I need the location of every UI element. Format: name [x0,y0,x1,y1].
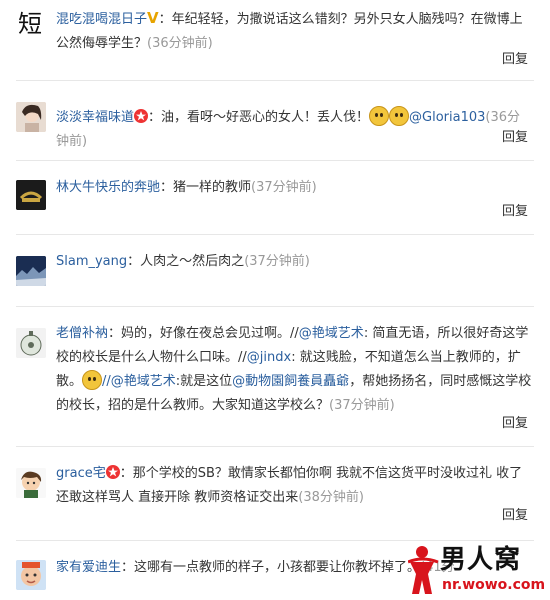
comment-body: 老僧补衲：妈的，好像在夜总会见过啊。//@艳域艺术: 简直无语，所以很好奇这学校… [56,322,532,418]
divider [16,234,534,235]
comment-author[interactable]: 家有爱迪生 [56,560,121,575]
avatar[interactable] [16,102,46,132]
watermark-title: 男人窝 [440,545,522,575]
comment-body: grace宅 ：那个学校的SB？敢情家长都怕你啊 我就不信这货平时没收过礼 收了还… [56,462,532,510]
comment-mention[interactable]: @動物園飼養員矗爺 [232,374,349,389]
comment-author[interactable]: 林大牛快乐的奔驰 [56,180,160,195]
comment-author[interactable]: 老僧补衲 [56,326,108,341]
comment-mention[interactable]: //@艳域艺术 [102,374,176,389]
portrait-avatar-icon [16,102,46,132]
comment-separator: ： [108,326,122,341]
comment-mention[interactable]: @艳域艺术 [299,326,364,341]
divider [16,306,534,307]
comment-separator: ： [158,12,172,27]
comment-body: 混吃混喝混日子V：年纪轻轻，为撒说话这么错刻？另外只女人脑残吗？在微博上公然侮辱… [56,6,532,56]
comment-separator: ： [121,560,135,575]
comment-text: 人肉之～然后肉之 [140,254,245,269]
comment-mention[interactable]: @Gloria103 [409,110,485,125]
baby-avatar-icon [16,560,46,590]
reply-link[interactable]: 回复 [502,200,528,219]
comment-author[interactable]: Slam_yang [56,254,127,269]
comment-time: (36分钟前) [147,36,213,51]
comment-mention[interactable]: @jindx [247,350,291,365]
comment-text: 油，看呀～好恶心的女人！丢人伐！ [161,110,370,125]
divider [16,446,534,447]
team-logo-avatar-icon [16,180,46,210]
comment-separator: ： [148,110,162,125]
comment-text: 猪一样的教师 [173,180,252,195]
divider [16,540,534,541]
bell-avatar-icon [16,328,46,358]
reply-link[interactable]: 回复 [502,126,528,145]
comment-separator: ： [127,254,141,269]
calligraphy-avatar-icon: 短 [18,10,42,38]
comment-time: (37分钟前) [244,254,310,269]
comment-time: (38分钟前) [298,490,364,505]
comment-body: 淡淡幸福味道 ：油，看呀～好恶心的女人！丢人伐！ @Gloria103(36分钟前) [56,106,532,154]
crying-face-icon [82,370,103,390]
comment-text: 这哪有一点教师的样子，小孩都要让你教坏掉了。 [134,560,421,575]
reply-link[interactable]: 回复 [502,48,528,67]
member-star-icon [134,109,149,123]
avatar[interactable] [16,328,46,358]
comment-author[interactable]: 混吃混喝混日子 [56,12,147,27]
shocked-face-icon [369,106,390,126]
svg-text:短: 短 [18,10,42,38]
comment-separator: ： [119,466,133,481]
comment-author[interactable]: 淡淡幸福味道 [56,110,134,125]
landscape-avatar-icon [16,256,46,286]
angry-face-icon [389,106,410,126]
divider [16,80,534,81]
member-star-icon [105,465,120,479]
avatar[interactable] [16,468,46,498]
cartoon-avatar-icon [16,468,46,498]
watermark-url: nr.wowo.com [442,577,546,593]
comment-time: (37分钟前) [329,398,395,413]
comment-separator: ： [160,180,174,195]
comment-body: 林大牛快乐的奔驰：猪一样的教师(37分钟前) [56,176,532,200]
comment-text: 妈的，好像在夜总会见过啊。// [121,326,299,341]
site-watermark: 男人窝 nr.wowo.com [407,544,546,596]
comment-text: :就是这位 [175,374,233,389]
comment-body: Slam_yang：人肉之～然后肉之(37分钟前) [56,250,532,274]
avatar[interactable]: 短 [16,8,46,38]
reply-link[interactable]: 回复 [502,504,528,523]
divider [16,160,534,161]
reply-link[interactable]: 回复 [502,412,528,431]
comment-time: (37分钟前) [251,180,317,195]
avatar[interactable] [16,180,46,210]
avatar[interactable] [16,560,46,590]
verified-v-icon: V [147,9,159,27]
avatar[interactable] [16,256,46,286]
comment-author[interactable]: grace宅 [56,466,106,481]
